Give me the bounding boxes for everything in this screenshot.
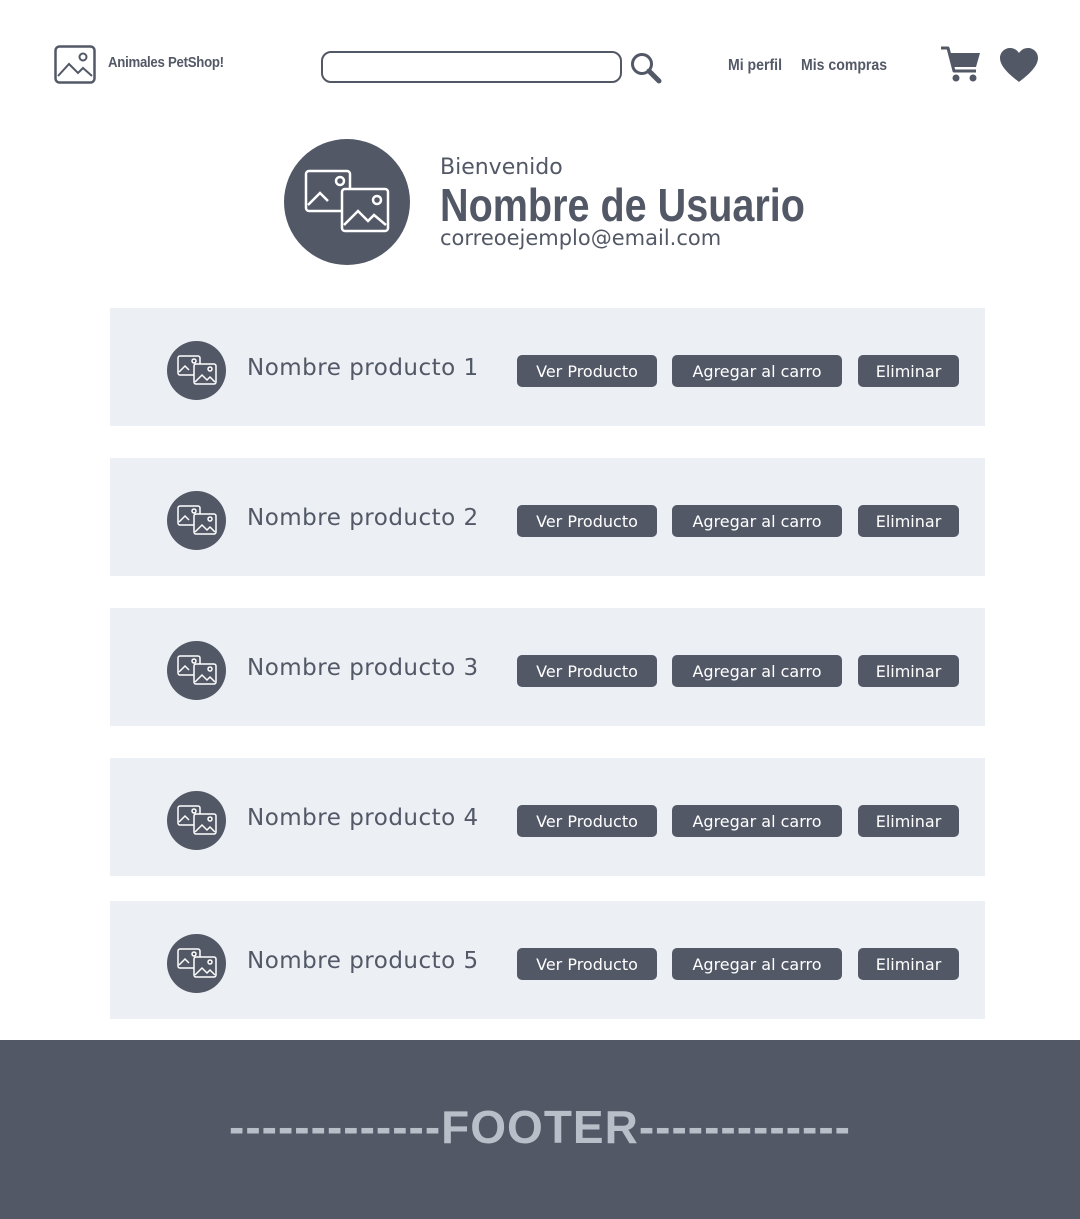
- add-to-cart-button[interactable]: Agregar al carro: [672, 355, 842, 387]
- product-image: [167, 934, 226, 993]
- search-icon[interactable]: [629, 52, 663, 84]
- nav-my-profile-link[interactable]: Mi perfil: [728, 57, 782, 75]
- header: Animales PetShop! Mi perfil Mis compras: [0, 0, 1080, 120]
- remove-button[interactable]: Eliminar: [858, 655, 959, 687]
- cart-icon[interactable]: [940, 45, 982, 83]
- product-image: [167, 641, 226, 700]
- images-icon: [177, 655, 217, 685]
- product-row: Nombre producto 3 Ver Producto Agregar a…: [110, 608, 985, 726]
- product-name: Nombre producto 5: [247, 948, 479, 974]
- add-to-cart-button[interactable]: Agregar al carro: [672, 805, 842, 837]
- view-product-button[interactable]: Ver Producto: [517, 505, 657, 537]
- remove-button[interactable]: Eliminar: [858, 355, 959, 387]
- footer-text: -------------FOOTER-------------: [229, 1101, 851, 1153]
- view-product-button[interactable]: Ver Producto: [517, 948, 657, 980]
- profile-avatar: [284, 139, 410, 265]
- product-row: Nombre producto 4 Ver Producto Agregar a…: [110, 758, 985, 876]
- product-image: [167, 491, 226, 550]
- images-icon: [177, 355, 217, 385]
- brand-name[interactable]: Animales PetShop!: [108, 54, 224, 71]
- product-name: Nombre producto 1: [247, 355, 479, 381]
- add-to-cart-button[interactable]: Agregar al carro: [672, 505, 842, 537]
- view-product-button[interactable]: Ver Producto: [517, 355, 657, 387]
- product-row: Nombre producto 2 Ver Producto Agregar a…: [110, 458, 985, 576]
- product-row: Nombre producto 5 Ver Producto Agregar a…: [110, 901, 985, 1019]
- remove-button[interactable]: Eliminar: [858, 805, 959, 837]
- search-input[interactable]: [321, 51, 622, 83]
- product-name: Nombre producto 2: [247, 505, 479, 531]
- view-product-button[interactable]: Ver Producto: [517, 655, 657, 687]
- product-image: [167, 791, 226, 850]
- product-image: [167, 341, 226, 400]
- product-name: Nombre producto 3: [247, 655, 479, 681]
- images-icon: [177, 505, 217, 535]
- logo-image-icon[interactable]: [54, 45, 96, 84]
- add-to-cart-button[interactable]: Agregar al carro: [672, 948, 842, 980]
- images-icon: [177, 805, 217, 835]
- add-to-cart-button[interactable]: Agregar al carro: [672, 655, 842, 687]
- images-icon: [177, 948, 217, 978]
- footer: -------------FOOTER-------------: [0, 1040, 1080, 1219]
- view-product-button[interactable]: Ver Producto: [517, 805, 657, 837]
- images-icon: [304, 169, 390, 233]
- nav-my-purchases-link[interactable]: Mis compras: [801, 57, 887, 75]
- welcome-text: Bienvenido: [440, 155, 563, 180]
- username-heading: Nombre de Usuario: [440, 179, 805, 231]
- product-row: Nombre producto 1 Ver Producto Agregar a…: [110, 308, 985, 426]
- remove-button[interactable]: Eliminar: [858, 948, 959, 980]
- heart-icon[interactable]: [999, 47, 1039, 83]
- user-email: correoejemplo@email.com: [440, 226, 722, 250]
- product-name: Nombre producto 4: [247, 805, 479, 831]
- remove-button[interactable]: Eliminar: [858, 505, 959, 537]
